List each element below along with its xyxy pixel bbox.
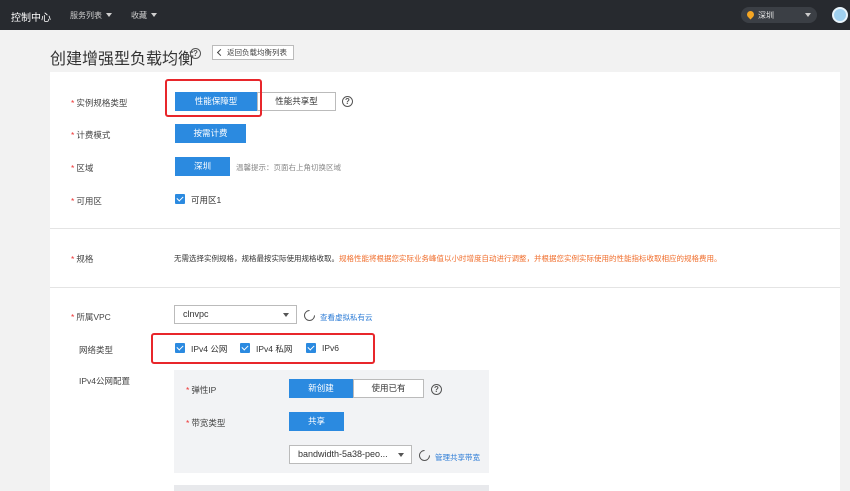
top-navbar: 控制中心 服务列表 收藏 深圳 bbox=[0, 0, 850, 30]
chevron-down-icon bbox=[106, 13, 112, 17]
region-label: * 区域 bbox=[71, 163, 94, 173]
instance-type-shared-button[interactable]: 性能共享型 bbox=[257, 92, 336, 111]
chevron-down-icon bbox=[283, 313, 289, 317]
help-icon[interactable]: ? bbox=[342, 96, 353, 107]
chevron-down-icon bbox=[151, 13, 157, 17]
bandwidth-select[interactable]: bandwidth-5a38-peo... bbox=[289, 445, 412, 464]
chevron-down-icon bbox=[805, 13, 811, 17]
bandwidth-select-value: bandwidth-5a38-peo... bbox=[298, 449, 388, 459]
highlight-box bbox=[165, 79, 262, 117]
spec-description: 无需选择实例规格，规格最按实际使用规格收取。规格性能将根据您实际业务峰值以小时增… bbox=[174, 253, 722, 264]
az1-label: 可用区1 bbox=[191, 195, 222, 205]
vpc-label: * 所属VPC bbox=[71, 312, 111, 322]
region-shenzhen-button[interactable]: 深圳 bbox=[175, 157, 230, 176]
bandwidth-type-label: * 带宽类型 bbox=[186, 418, 226, 428]
bandwidth-type-label-text: 带宽类型 bbox=[191, 418, 226, 428]
vpc-select-value: clnvpc bbox=[183, 309, 209, 319]
az1-checkbox[interactable] bbox=[175, 194, 185, 204]
instance-type-label: * 实例规格类型 bbox=[71, 98, 128, 108]
billing-mode-label: * 计费模式 bbox=[71, 130, 111, 140]
service-list-label: 服务列表 bbox=[70, 11, 102, 20]
back-to-list-label: 返回负载均衡列表 bbox=[227, 48, 287, 57]
console-home-link[interactable]: 控制中心 bbox=[11, 9, 51, 24]
help-icon[interactable]: ? bbox=[431, 384, 442, 395]
spec-warning-text: 规格性能将根据您实际业务峰值以小时增度自动进行调整，并根据您实例实际使用的性能指… bbox=[339, 254, 722, 263]
availability-zone-label-text: 可用区 bbox=[76, 196, 102, 206]
bandwidth-shared-button[interactable]: 共享 bbox=[289, 412, 344, 431]
next-config-panel bbox=[174, 485, 489, 491]
view-vpc-link[interactable]: 查看虚拟私有云 bbox=[320, 312, 373, 323]
network-type-label: 网络类型 bbox=[79, 345, 114, 355]
chevron-down-icon bbox=[398, 453, 404, 457]
help-icon[interactable]: ? bbox=[190, 48, 201, 59]
ipv4-public-config-label: IPv4公网配置 bbox=[79, 376, 131, 386]
spec-description-text: 无需选择实例规格，规格最按实际使用规格收取。 bbox=[174, 254, 339, 263]
billing-mode-label-text: 计费模式 bbox=[76, 130, 111, 140]
eip-label: * 弹性IP bbox=[186, 385, 217, 395]
availability-zone-label: * 可用区 bbox=[71, 196, 102, 206]
eip-label-text: 弹性IP bbox=[191, 385, 217, 395]
location-pin-icon bbox=[745, 9, 756, 20]
back-to-list-button[interactable]: 返回负载均衡列表 bbox=[212, 45, 294, 60]
user-avatar[interactable] bbox=[832, 7, 848, 23]
region-selector-label: 深圳 bbox=[758, 11, 774, 20]
chevron-left-icon bbox=[216, 48, 225, 57]
favorites-menu[interactable]: 收藏 bbox=[131, 10, 157, 21]
region-selector[interactable]: 深圳 bbox=[741, 7, 817, 23]
region-label-text: 区域 bbox=[76, 163, 94, 173]
region-hint: 温馨提示：页面右上角切换区域 bbox=[236, 163, 341, 172]
billing-on-demand-button[interactable]: 按需计费 bbox=[175, 124, 246, 143]
vpc-select[interactable]: clnvpc bbox=[174, 305, 297, 324]
eip-new-button[interactable]: 新创建 bbox=[289, 379, 353, 398]
highlight-box bbox=[151, 333, 375, 364]
page-title: 创建增强型负载均衡 bbox=[50, 51, 195, 68]
spec-label-text: 规格 bbox=[76, 254, 94, 264]
manage-shared-bandwidth-link[interactable]: 管理共享带宽 bbox=[435, 452, 480, 463]
instance-type-label-text: 实例规格类型 bbox=[76, 98, 128, 108]
section-divider bbox=[50, 287, 840, 288]
service-list-menu[interactable]: 服务列表 bbox=[70, 10, 112, 21]
vpc-label-text: 所属VPC bbox=[76, 312, 111, 322]
section-divider bbox=[50, 228, 840, 229]
eip-existing-button[interactable]: 使用已有 bbox=[353, 379, 424, 398]
spec-label: * 规格 bbox=[71, 254, 94, 264]
favorites-label: 收藏 bbox=[131, 11, 147, 20]
